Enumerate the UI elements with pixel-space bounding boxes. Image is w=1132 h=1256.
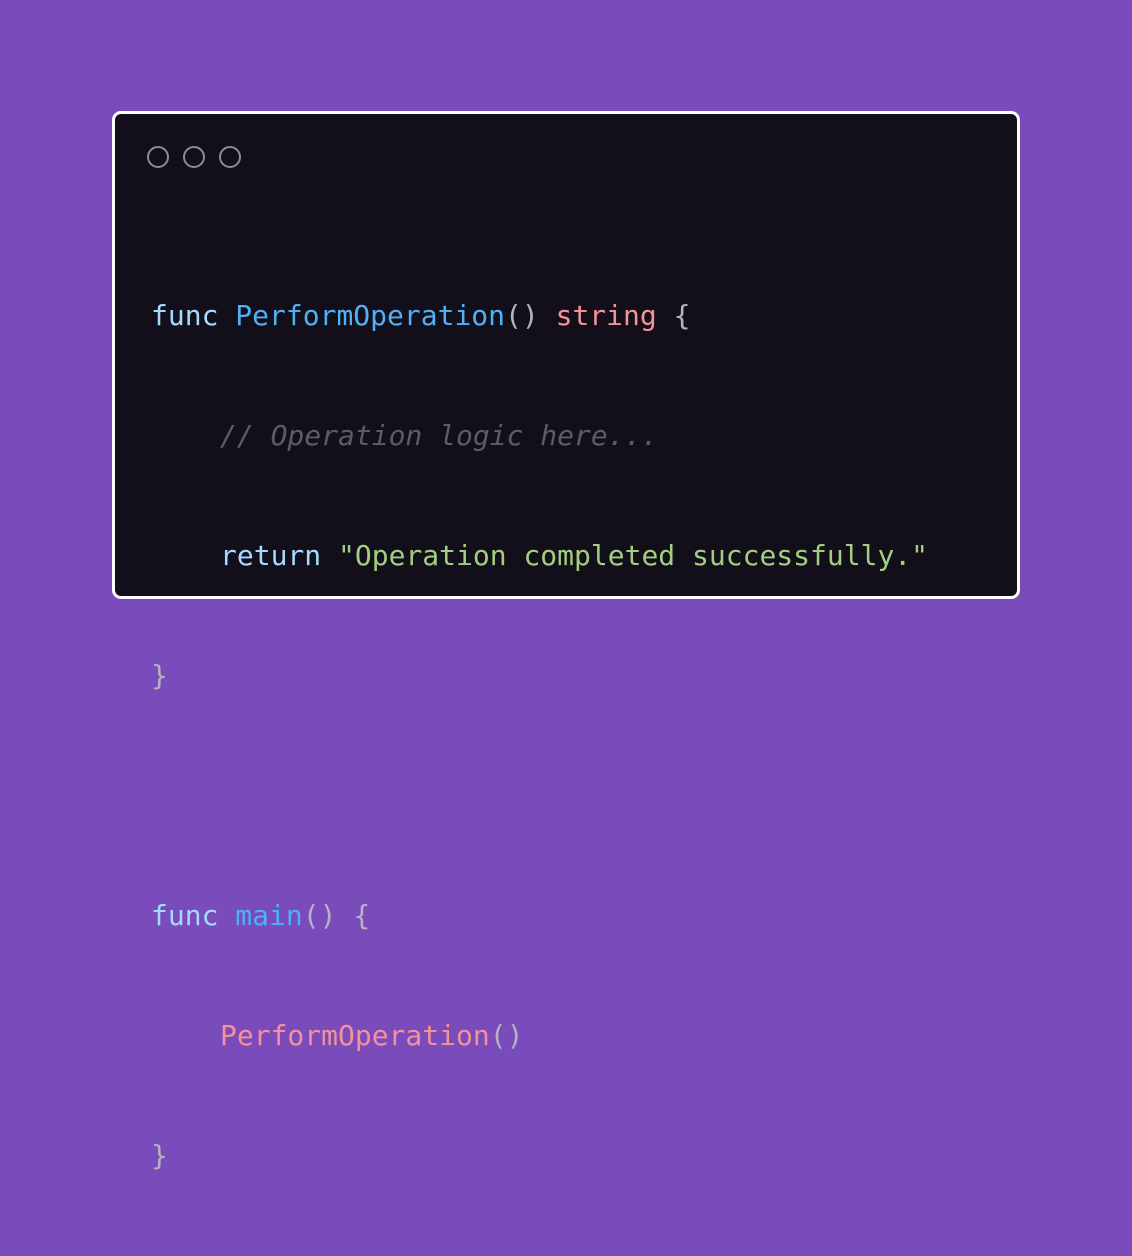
function-name: PerformOperation bbox=[235, 299, 506, 332]
maximize-dot-icon[interactable] bbox=[219, 146, 241, 168]
keyword-func: func bbox=[151, 299, 219, 332]
code-line-6: func main() { bbox=[151, 896, 928, 936]
parens: () bbox=[302, 899, 337, 932]
code-window: func PerformOperation() string { // Oper… bbox=[112, 111, 1020, 1172]
string-literal: "Operation completed successfully." bbox=[338, 539, 929, 572]
close-brace: } bbox=[151, 1139, 168, 1172]
parens: () bbox=[505, 299, 539, 332]
code-line-8: } bbox=[151, 1136, 928, 1176]
code-line-7: PerformOperation() bbox=[151, 1016, 928, 1056]
code-line-4: } bbox=[151, 656, 928, 696]
minimize-dot-icon[interactable] bbox=[183, 146, 205, 168]
close-brace: } bbox=[151, 659, 168, 692]
open-brace: { bbox=[673, 299, 691, 332]
function-call: PerformOperation bbox=[220, 1019, 490, 1052]
code-block: func PerformOperation() string { // Oper… bbox=[151, 216, 928, 1256]
keyword-return: return bbox=[220, 539, 322, 572]
code-comment: // Operation logic here... bbox=[220, 419, 659, 452]
parens: () bbox=[489, 1019, 524, 1052]
keyword-func: func bbox=[151, 899, 219, 932]
open-brace: { bbox=[353, 899, 371, 932]
code-line-3: return "Operation completed successfully… bbox=[151, 536, 928, 576]
page-background: { "window": { "controls": ["close", "min… bbox=[0, 0, 1132, 1172]
return-type: string bbox=[555, 299, 657, 332]
window-controls bbox=[147, 146, 241, 168]
code-line-1: func PerformOperation() string { bbox=[151, 296, 928, 336]
code-line-2: // Operation logic here... bbox=[151, 416, 928, 456]
close-dot-icon[interactable] bbox=[147, 146, 169, 168]
function-name-main: main bbox=[235, 899, 303, 932]
